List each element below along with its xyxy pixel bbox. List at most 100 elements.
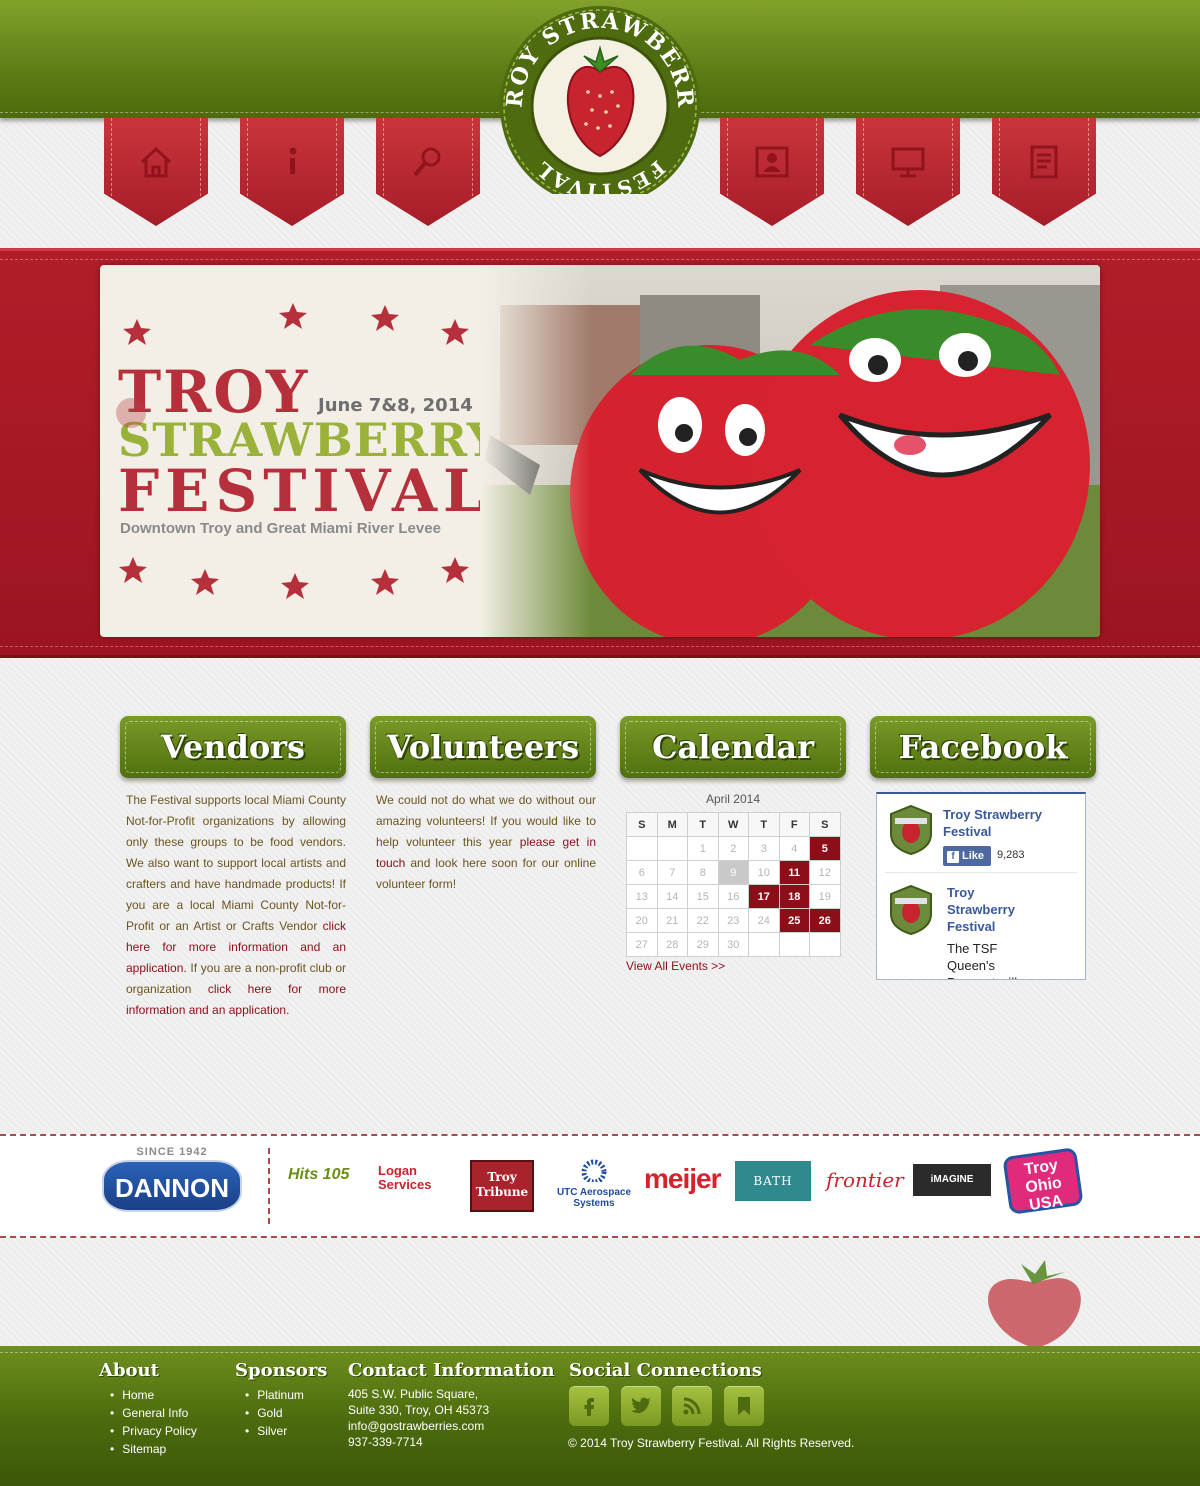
document-icon: [1024, 142, 1064, 182]
star-icon: [441, 319, 469, 345]
footer-about-list: Home General Info Privacy Policy Sitemap: [100, 1386, 197, 1458]
footer-link-silver[interactable]: Silver: [235, 1422, 304, 1440]
contact-icon: [752, 142, 792, 182]
star-icon: [441, 557, 469, 583]
footer-link-gold[interactable]: Gold: [235, 1404, 304, 1422]
calendar-day: 30: [717, 932, 749, 957]
vendors-text-part: The Festival supports local Miami County…: [126, 793, 346, 933]
calendar-weekday: F: [778, 812, 810, 837]
calendar-day: 16: [717, 884, 749, 909]
nav-monitor-tab[interactable]: [856, 118, 960, 226]
calendar-day: 1: [687, 836, 719, 861]
dannon-since-label: SINCE 1942: [136, 1146, 208, 1158]
footer-link-general-info[interactable]: General Info: [100, 1404, 197, 1422]
calendar-day: 3: [748, 836, 780, 861]
copyright-text: © 2014 Troy Strawberry Festival. All Rig…: [568, 1436, 855, 1450]
calendar-day: 21: [656, 908, 688, 933]
nav-home-tab[interactable]: [104, 118, 208, 226]
footer-sponsors-heading: Sponsors: [235, 1360, 328, 1381]
nav-search-tab[interactable]: [376, 118, 480, 226]
facebook-page-name[interactable]: Troy Strawberry Festival: [943, 806, 1063, 840]
calendar-day: 4: [778, 836, 810, 861]
calendar-day: 29: [687, 932, 719, 957]
calendar-event-day[interactable]: 18: [778, 884, 810, 909]
hits105-logo[interactable]: Hits 105: [288, 1166, 349, 1184]
star-icon: [279, 303, 307, 329]
frontier-logo[interactable]: frontier: [826, 1168, 904, 1192]
calendar-event-day[interactable]: 5: [809, 836, 841, 861]
nav-info-tab[interactable]: [240, 118, 344, 226]
footer-about-heading: About: [99, 1360, 159, 1381]
calendar-event-day[interactable]: 26: [809, 908, 841, 933]
contact-email-link[interactable]: info@gostrawberries.com: [348, 1418, 489, 1434]
calendar-weekday: T: [748, 812, 780, 837]
calendar-day: 22: [687, 908, 719, 933]
facebook-icon: [584, 1398, 594, 1416]
dannon-wordmark: DANNON: [102, 1160, 242, 1212]
star-icon: [123, 319, 151, 345]
calendar-event-day[interactable]: 11: [778, 860, 810, 885]
nav-document-tab[interactable]: [992, 118, 1096, 226]
calendar-day: 14: [656, 884, 688, 909]
calendar-day: 24: [748, 908, 780, 933]
slider-prev-button[interactable]: [116, 398, 146, 428]
contact-address-line1: 405 S.W. Public Square,: [348, 1387, 479, 1401]
rss-button[interactable]: [672, 1386, 712, 1426]
facebook-like-label: Like: [962, 850, 985, 862]
bath-fitter-logo[interactable]: BATH FITTER: [735, 1161, 811, 1228]
calendar-heading[interactable]: Calendar: [620, 716, 846, 778]
logan-services-logo[interactable]: Logan Services: [378, 1164, 448, 1192]
facebook-button[interactable]: [569, 1386, 609, 1426]
calendar-weekday: S: [626, 812, 658, 837]
footer-link-home[interactable]: Home: [100, 1386, 197, 1404]
calendar-day: 27: [626, 932, 658, 957]
calendar-day: 23: [717, 908, 749, 933]
twitter-icon: [631, 1397, 651, 1414]
facebook-f-icon: f: [947, 851, 959, 863]
footer-link-platinum[interactable]: Platinum: [235, 1386, 304, 1404]
calendar-day: 20: [626, 908, 658, 933]
festival-avatar-icon: [890, 804, 932, 856]
footer-link-sitemap[interactable]: Sitemap: [100, 1440, 197, 1458]
footer-link-privacy-policy[interactable]: Privacy Policy: [100, 1422, 197, 1440]
vendors-heading[interactable]: Vendors: [120, 716, 346, 778]
calendar-event-day[interactable]: 25: [778, 908, 810, 933]
contact-phone: 937-339-7714: [348, 1435, 423, 1449]
utc-aerospace-logo[interactable]: UTC Aerospace Systems: [554, 1158, 634, 1209]
calendar-day: 8: [687, 860, 719, 885]
hero-slider[interactable]: TROY June 7&8, 2014 STRAWBERRY FESTIVAL …: [100, 265, 1100, 637]
troy-ohio-usa-logo[interactable]: Troy Ohio USA: [1002, 1147, 1084, 1215]
footer-sponsors-list: Platinum Gold Silver: [235, 1386, 304, 1440]
calendar-day: 6: [626, 860, 658, 885]
volunteers-text: We could not do what we do without our a…: [376, 790, 596, 895]
footer-contact-info: 405 S.W. Public Square, Suite 330, Troy,…: [348, 1386, 489, 1450]
meijer-logo[interactable]: meijer: [644, 1163, 721, 1195]
facebook-like-count: 9,283: [997, 849, 1025, 861]
facebook-like-button[interactable]: f Like: [943, 846, 991, 866]
facebook-post-author[interactable]: Troy Strawberry Festival: [947, 884, 1027, 935]
calendar-weekday: M: [656, 812, 688, 837]
divider: [885, 872, 1077, 873]
star-icon: [281, 573, 309, 599]
twitter-button[interactable]: [621, 1386, 661, 1426]
festival-logo[interactable]: TROY STRAWBERRY FESTIVAL: [492, 6, 708, 194]
facebook-heading[interactable]: Facebook: [870, 716, 1096, 778]
facebook-widget: Troy Strawberry Festival f Like 9,283 Tro…: [876, 792, 1086, 980]
calendar-day: 13: [626, 884, 658, 909]
calendar-day: 15: [687, 884, 719, 909]
search-icon: [408, 142, 448, 182]
bookmark-button[interactable]: [724, 1386, 764, 1426]
imagine-networks-logo[interactable]: iMAGINE NETWORKS: [913, 1164, 991, 1217]
star-icon: [119, 557, 147, 583]
calendar-day: [748, 932, 780, 957]
calendar-event-day[interactable]: 17: [748, 884, 780, 909]
calendar-day: [656, 836, 688, 861]
troy-tribune-logo[interactable]: Troy Tribune: [470, 1160, 534, 1212]
volunteers-heading[interactable]: Volunteers: [370, 716, 596, 778]
home-icon: [136, 142, 176, 182]
nav-contact-tab[interactable]: [720, 118, 824, 226]
dannon-logo[interactable]: SINCE 1942 DANNON: [102, 1146, 242, 1222]
view-all-events-link[interactable]: View All Events >>: [626, 959, 725, 973]
calendar-day: [809, 932, 841, 957]
facebook-heading-label: Facebook: [898, 728, 1068, 766]
